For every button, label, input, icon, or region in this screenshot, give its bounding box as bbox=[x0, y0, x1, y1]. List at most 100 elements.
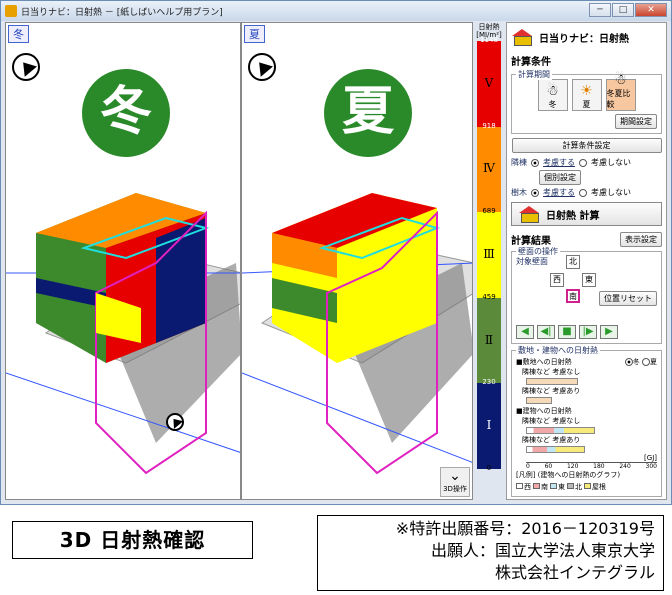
legend-item: 屋根 bbox=[584, 482, 606, 492]
season-summer-button[interactable]: ☀ 夏 bbox=[571, 79, 602, 111]
axis-tick: 240 bbox=[619, 463, 631, 470]
winter-3d-view[interactable]: 冬 冬 bbox=[5, 22, 241, 500]
summer-radio-label: 夏 bbox=[650, 358, 657, 366]
step-stop-button[interactable]: ■ bbox=[558, 325, 576, 339]
heat-scale: Ⅴ Ⅳ Ⅲ Ⅱ Ⅰ 1148 918 689 459 230 0 bbox=[477, 36, 501, 472]
season-label: 夏 bbox=[582, 100, 591, 109]
legend-swatch bbox=[516, 483, 523, 489]
winter-tag: 冬 bbox=[8, 25, 29, 43]
legend: 西 南 東 北 屋根 bbox=[516, 482, 657, 492]
bar-fill bbox=[526, 397, 553, 404]
winter-radio[interactable] bbox=[624, 358, 633, 366]
target-wall-label: 対象壁面 bbox=[516, 257, 548, 266]
scale-class-label: Ⅴ bbox=[484, 75, 494, 90]
chart-unit: [GJ] bbox=[644, 454, 657, 462]
step-prev-button[interactable]: ◀| bbox=[537, 325, 555, 339]
summer-radio[interactable] bbox=[642, 358, 650, 366]
wall-east-button[interactable]: 東 bbox=[582, 273, 596, 287]
calc-conditions-heading: 計算条件 bbox=[511, 57, 551, 68]
compass-small-icon bbox=[166, 413, 184, 431]
step-first-button[interactable]: ◀ bbox=[516, 325, 534, 339]
trees-on-label: 考慮する bbox=[543, 188, 575, 197]
scale-tick-label: 459 bbox=[482, 292, 496, 301]
axis-tick: 120 bbox=[566, 463, 579, 470]
scale-tick-label: 0 bbox=[486, 464, 492, 472]
season-compare-button[interactable]: ☃ 冬夏比較 bbox=[605, 72, 636, 111]
scale-tick-label: 918 bbox=[482, 121, 496, 130]
compass-icon bbox=[248, 53, 276, 81]
site-no-neighbor-bar bbox=[526, 378, 657, 385]
app-window: 日当りナビ：日射熱 － [紙しばいヘルプ用プラン] ─ □ ✕ 冬 冬 夏 夏 … bbox=[0, 0, 672, 505]
trees-label: 樹木 bbox=[511, 188, 527, 197]
summer-3d-view[interactable]: 夏 夏 ⌄ 3D操作 bbox=[241, 22, 473, 500]
legend-label: 東 bbox=[558, 483, 565, 491]
summer-tag: 夏 bbox=[244, 25, 265, 43]
snowman-icon: ☃ bbox=[614, 72, 627, 88]
trees-off-label: 考慮しない bbox=[591, 188, 631, 197]
scale-class-label: Ⅳ bbox=[483, 161, 495, 176]
wall-south-button[interactable]: 南 bbox=[566, 289, 580, 303]
step-last-button[interactable]: ▶ bbox=[600, 325, 618, 339]
wall-west-button[interactable]: 西 bbox=[550, 273, 564, 287]
axis-tick: 0 bbox=[526, 463, 530, 470]
scale-tick-label: 689 bbox=[482, 207, 496, 216]
title-bar: 日当りナビ：日射熱 － [紙しばいヘルプ用プラン] bbox=[1, 1, 671, 21]
period-group: 計算期間 ☃ 冬 ☀ 夏 ☃ 冬夏比較 期間設定 bbox=[511, 69, 662, 134]
legend-swatch bbox=[533, 483, 540, 489]
building-with-neighbor-bar bbox=[526, 446, 657, 453]
individual-settings-button[interactable]: 個別設定 bbox=[539, 170, 581, 185]
neighbor-off-label: 考慮しない bbox=[591, 158, 631, 167]
3d-operation-label: 3D操作 bbox=[443, 485, 467, 493]
legend-label: 西 bbox=[524, 483, 531, 491]
applicant: 出願人：国立大学法人東京大学 bbox=[430, 541, 655, 560]
step-next-button[interactable]: |▶ bbox=[579, 325, 597, 339]
calc-settings-button[interactable]: 計算条件設定 bbox=[511, 138, 662, 153]
trees-off-radio[interactable] bbox=[579, 188, 587, 197]
patent-number: ※特許出願番号：2016－120319号 bbox=[395, 519, 655, 538]
results-heading: 計算結果 bbox=[511, 236, 551, 247]
winter-radio-label: 冬 bbox=[632, 358, 640, 366]
season-winter-button[interactable]: ☃ 冬 bbox=[537, 79, 568, 111]
control-panel: 日当りナビ：日射熱 計算条件 計算期間 ☃ 冬 ☀ 夏 ☃ 冬夏比較 期間設定 … bbox=[506, 22, 667, 500]
bar-fill bbox=[526, 427, 596, 434]
snowman-icon: ☃ bbox=[546, 83, 559, 99]
reset-position-button[interactable]: 位置リセット bbox=[599, 291, 657, 306]
axis-tick: 300 bbox=[645, 463, 657, 470]
step-arrows: ◀ ◀| ■ |▶ ▶ bbox=[516, 325, 657, 339]
building-no-neighbor-label: 隣棟など 考慮なし bbox=[522, 417, 581, 425]
site-no-neighbor-label: 隣棟など 考慮なし bbox=[522, 368, 581, 376]
display-settings-button[interactable]: 表示設定 bbox=[620, 232, 662, 247]
trees-row: 樹木 考慮する 考慮しない bbox=[511, 187, 662, 198]
season-label: 冬夏比較 bbox=[606, 89, 631, 109]
site-heat-label: ■敷地への日射熱 bbox=[516, 358, 572, 366]
wall-ops-title: 壁面の操作 bbox=[516, 246, 560, 257]
neighbor-on-label: 考慮する bbox=[543, 158, 575, 167]
house-icon bbox=[511, 29, 533, 46]
wall-north-button[interactable]: 北 bbox=[566, 255, 580, 269]
close-button[interactable]: ✕ bbox=[635, 3, 667, 17]
legend-swatch bbox=[584, 483, 591, 489]
period-settings-button[interactable]: 期間設定 bbox=[615, 114, 657, 129]
heat-chart-group: 敷地・建物への日射熱 ■敷地への日射熱 冬 夏 隣棟など 考慮なし 隣棟など 考… bbox=[511, 345, 662, 497]
compass-icon bbox=[12, 53, 40, 81]
neighbor-off-radio[interactable] bbox=[579, 158, 587, 167]
chart-axis: 0 60 120 180 240 300 bbox=[526, 462, 657, 470]
neighbor-on-radio[interactable] bbox=[531, 158, 539, 167]
winter-label: 冬 bbox=[82, 69, 170, 157]
legend-title: [凡例] (建物への日射熱のグラフ) bbox=[516, 471, 621, 479]
scale-class-label: Ⅱ bbox=[484, 332, 494, 347]
sun-icon: ☀ bbox=[580, 83, 593, 99]
minimize-button[interactable]: ─ bbox=[589, 3, 611, 17]
trees-on-radio[interactable] bbox=[531, 188, 539, 197]
neighbor-row: 隣棟 考慮する 考慮しない bbox=[511, 157, 662, 168]
legend-item: 東 bbox=[550, 482, 565, 492]
app-icon bbox=[5, 5, 17, 17]
calc-button[interactable]: 日射熱 計算 bbox=[511, 202, 662, 226]
chevron-down-icon: ⌄ bbox=[449, 468, 461, 484]
maximize-button[interactable]: □ bbox=[612, 3, 634, 17]
legend-label: 屋根 bbox=[592, 483, 606, 491]
co-applicant: 株式会社インテグラル bbox=[494, 563, 655, 582]
3d-operation-button[interactable]: ⌄ 3D操作 bbox=[440, 467, 470, 497]
period-group-title: 計算期間 bbox=[516, 69, 552, 80]
panel-header: 日当りナビ：日射熱 bbox=[507, 23, 666, 51]
